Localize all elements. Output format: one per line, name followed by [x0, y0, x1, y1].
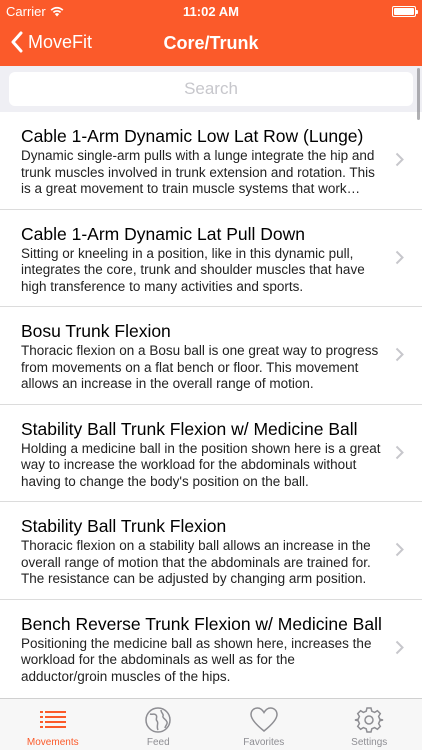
movement-list: Cable 1-Arm Dynamic Low Lat Row (Lunge) …: [0, 112, 422, 698]
list-item-title: Bench Reverse Trunk Flexion w/ Medicine …: [21, 613, 382, 634]
status-time: 11:02 AM: [183, 4, 239, 19]
list-item-description: Sitting or kneeling in a position, like …: [21, 245, 365, 294]
chevron-right-icon: [395, 250, 404, 264]
list-item[interactable]: Cable 1-Arm Dynamic Low Lat Row (Lunge) …: [0, 112, 422, 210]
list-item[interactable]: Cable 1-Arm Dynamic Lat Pull Down Sittin…: [0, 210, 422, 307]
battery-icon: [392, 6, 418, 17]
tab-label: Movements: [26, 737, 79, 748]
list-item-description: Thoracic flexion on a Bosu ball is one g…: [21, 343, 379, 391]
list-item[interactable]: Stability Ball Trunk Flexion Thoracic fl…: [0, 502, 422, 600]
list-item[interactable]: Bench Reverse Trunk Flexion w/ Medicine …: [0, 600, 422, 698]
list-item-title: Cable 1-Arm Dynamic Low Lat Row (Lunge): [21, 126, 364, 146]
tab-feed[interactable]: Feed: [106, 699, 212, 750]
chevron-right-icon: [395, 445, 404, 459]
tab-label: Favorites: [243, 737, 285, 748]
tab-settings[interactable]: Settings: [317, 699, 422, 750]
tab-bar: Movements Feed Favorites Settings: [0, 698, 422, 750]
gear-icon: [355, 707, 384, 733]
chevron-right-icon: [395, 152, 404, 167]
list-item[interactable]: Bosu Trunk Flexion Thoracic flexion on a…: [0, 307, 422, 405]
list-item-description: Dynamic single-arm pulls with a lunge in…: [21, 148, 375, 196]
list-item-description: Thoracic flexion on a stability ball all…: [21, 538, 371, 586]
list-item-description: Holding a medicine ball in the position …: [21, 440, 381, 489]
app-header: Carrier 11:02 AM MoveFit Core/Trunk: [0, 0, 422, 66]
list-item-description: Positioning the medicine ball as shown h…: [21, 635, 372, 684]
globe-icon: [145, 707, 171, 733]
tab-movements[interactable]: Movements: [0, 699, 106, 750]
search-input[interactable]: [9, 72, 413, 106]
list-item-title: Bosu Trunk Flexion: [21, 321, 171, 341]
page-title: Core/Trunk: [163, 33, 259, 53]
search-bar: [0, 66, 422, 112]
list-item-title: Stability Ball Trunk Flexion: [21, 516, 227, 536]
chevron-right-icon: [395, 347, 404, 362]
tab-label: Settings: [351, 737, 388, 748]
chevron-right-icon: [395, 640, 404, 654]
navigation-bar: MoveFit Core/Trunk: [0, 22, 422, 66]
chevron-right-icon: [395, 542, 404, 557]
list-item[interactable]: Stability Ball Trunk Flexion w/ Medicine…: [0, 405, 422, 502]
list-item-title: Cable 1-Arm Dynamic Lat Pull Down: [21, 223, 305, 244]
heart-icon: [249, 707, 278, 732]
tab-favorites[interactable]: Favorites: [211, 699, 317, 750]
tab-label: Feed: [146, 737, 170, 748]
list-item-title: Stability Ball Trunk Flexion w/ Medicine…: [21, 418, 358, 439]
status-bar: Carrier 11:02 AM: [0, 0, 422, 22]
list-icon: [39, 711, 66, 728]
